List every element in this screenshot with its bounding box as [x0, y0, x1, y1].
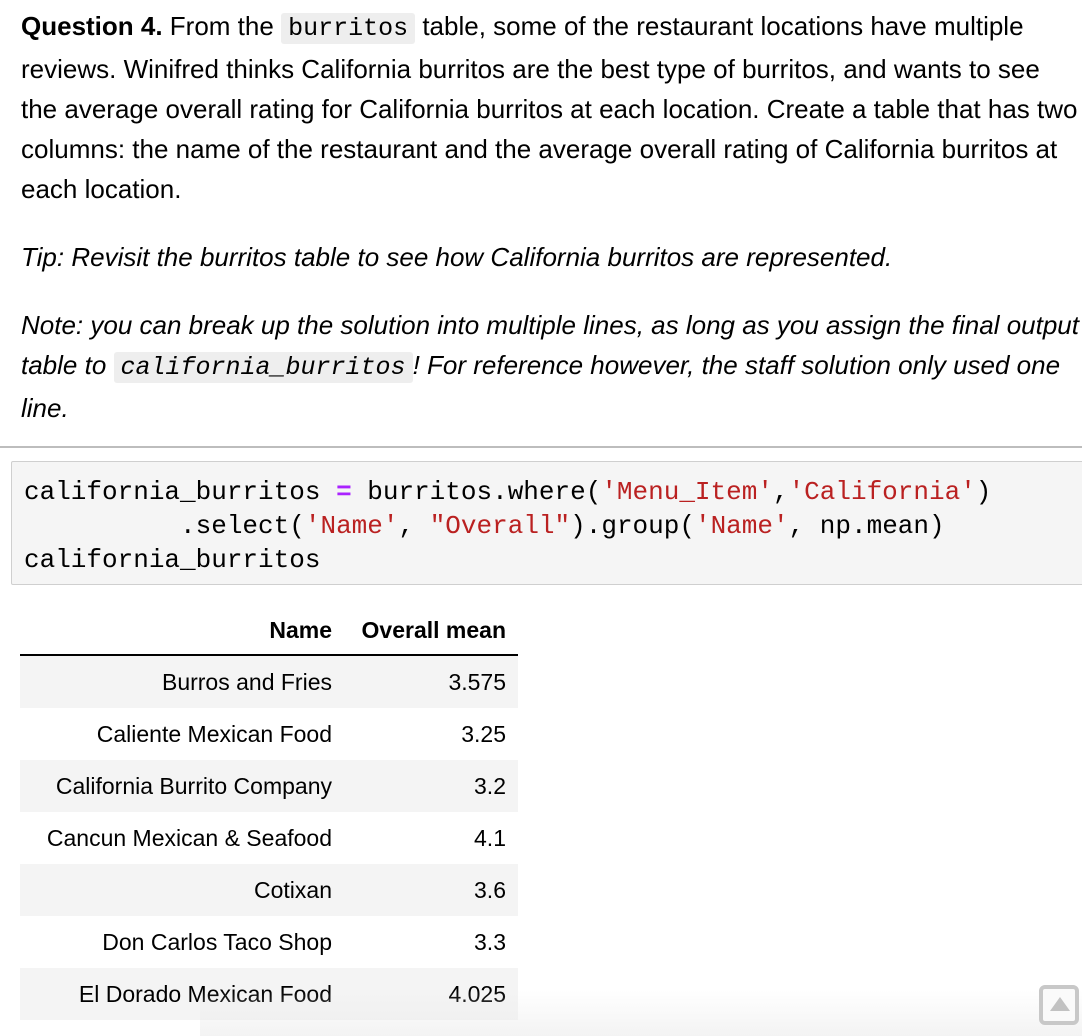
triangle-up-icon	[1050, 997, 1070, 1011]
table-row: Cancun Mexican & Seafood 4.1	[46, 824, 506, 851]
code-editor[interactable]: california_burritos = burritos.where('Me…	[12, 462, 1082, 577]
table-row: Caliente Mexican Food 3.25	[96, 720, 506, 747]
output-table: Name Overall mean Burros and Fries 3.575 …	[20, 604, 518, 1020]
code-cell-input[interactable]: california_burritos = burritos.where('Me…	[11, 461, 1082, 585]
table-row: Don Carlos Taco Shop 3.3	[102, 928, 506, 955]
table-row: El Dorado Mexican Food 4.025	[20, 968, 518, 1020]
tip-paragraph: Tip: Revisit the burritos table to see h…	[21, 242, 893, 272]
note-paragraph: Note: you can break up the solution into…	[21, 310, 1079, 423]
question-label: Question 4.	[21, 11, 163, 41]
header-overall-mean: Overall mean	[344, 604, 518, 656]
header-name: Name	[20, 604, 344, 656]
question-paragraph: Question 4. From the burritos table, som…	[21, 11, 1078, 204]
markdown-cell: Question 4. From the burritos table, som…	[21, 6, 1081, 456]
table-header-row: Name Overall mean	[20, 604, 518, 656]
table-row: Burros and Fries 3.575	[20, 655, 518, 708]
table-row: California Burrito Company 3.2	[20, 760, 518, 812]
cell-divider	[0, 446, 1082, 448]
table-row: Cotixan 3.6	[20, 864, 518, 916]
inline-code-burritos: burritos	[281, 13, 416, 44]
inline-code-california-burritos: california_burritos	[113, 352, 413, 383]
scroll-to-top-button[interactable]	[1039, 985, 1079, 1025]
